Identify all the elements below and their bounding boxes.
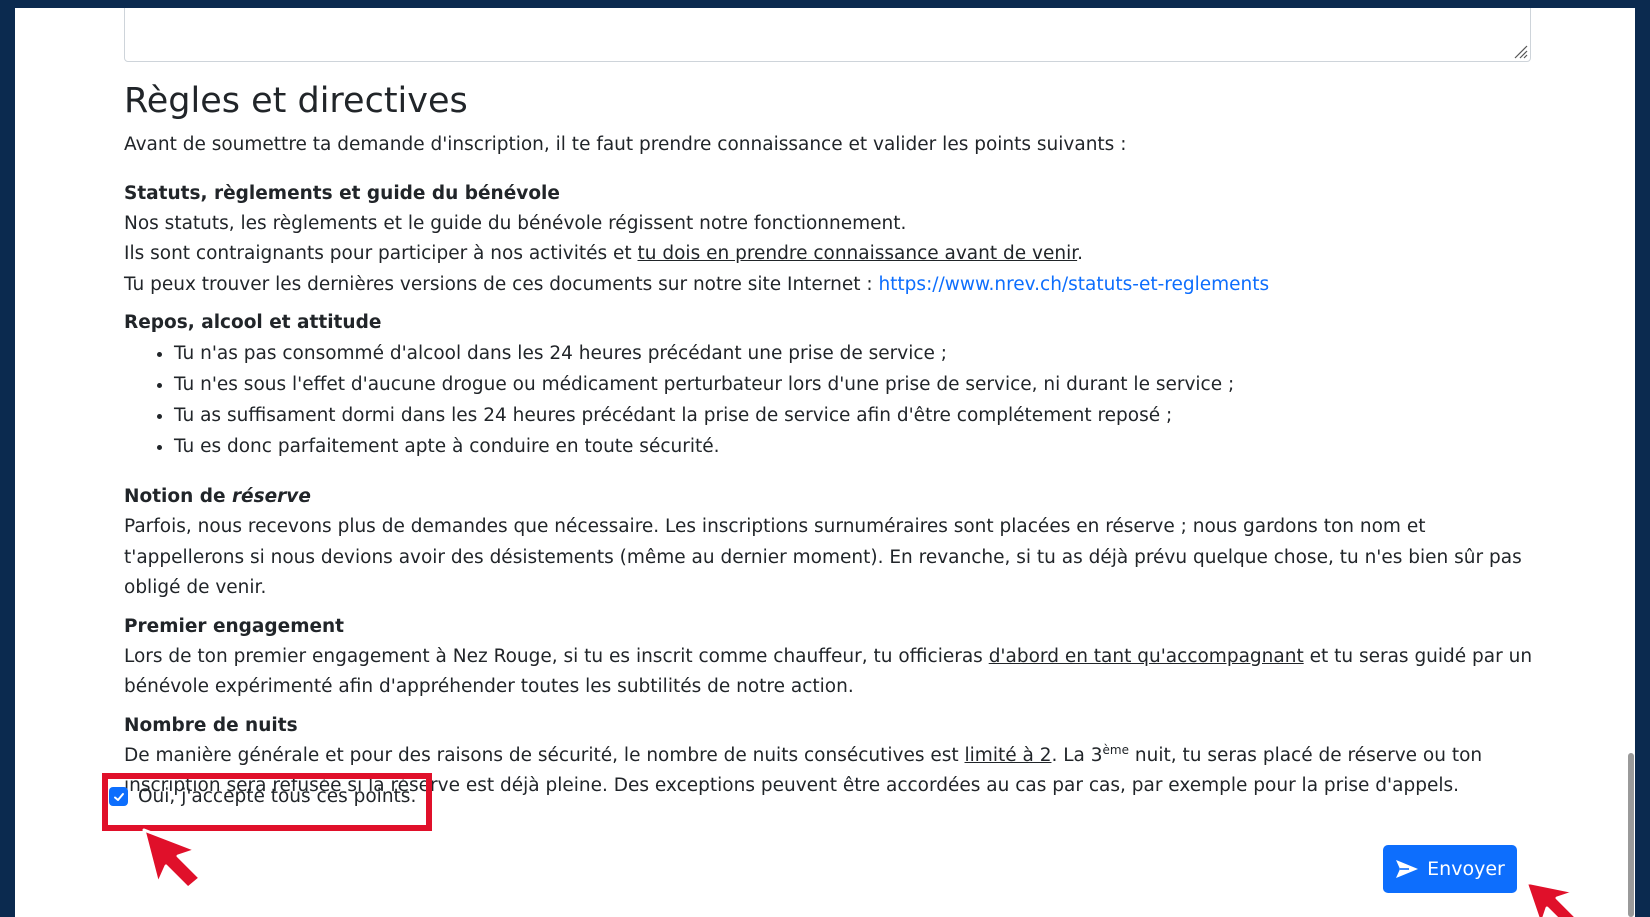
rules-section: Règles et directives Avant de soumettre … bbox=[124, 78, 1544, 810]
repos-list: Tu n'as pas consommé d'alcool dans les 2… bbox=[124, 338, 1544, 462]
nuits-sup: ème bbox=[1102, 742, 1129, 757]
statuts-line-2-end: . bbox=[1077, 243, 1084, 264]
statuts-line-3-text: Tu peux trouver les dernières versions d… bbox=[124, 273, 879, 295]
checkmark-icon bbox=[113, 792, 124, 801]
engagement-text: Lors de ton premier engagement à Nez Rou… bbox=[124, 642, 1544, 703]
nuits-title: Nombre de nuits bbox=[124, 714, 298, 736]
nuits-underline: limité à 2 bbox=[964, 744, 1052, 766]
nuits-text-mid: . La 3 bbox=[1051, 744, 1103, 766]
statuts-line-2-underline: tu dois en prendre connaissance avant de… bbox=[637, 243, 1078, 264]
accept-label[interactable]: Oui, j'accepte tous ces points. bbox=[138, 786, 416, 807]
comment-textarea[interactable] bbox=[124, 8, 1531, 62]
statuts-line-3: Tu peux trouver les dernières versions d… bbox=[124, 270, 1544, 301]
list-item: Tu as suffisament dormi dans les 24 heur… bbox=[174, 400, 1544, 431]
reserve-title: Notion de réserve bbox=[124, 482, 1544, 512]
list-item: Tu n'as pas consommé d'alcool dans les 2… bbox=[174, 338, 1544, 369]
resize-handle-icon[interactable] bbox=[1512, 43, 1528, 59]
send-icon bbox=[1396, 860, 1419, 878]
reserve-title-em: réserve bbox=[231, 486, 311, 507]
reserve-title-text: Notion de bbox=[124, 486, 232, 507]
pointer-arrow-icon bbox=[1524, 880, 1579, 917]
list-item: Tu es donc parfaitement apte à conduire … bbox=[174, 431, 1544, 462]
nuits-text-start: De manière générale et pour des raisons … bbox=[124, 744, 965, 766]
statuts-line-1: Nos statuts, les règlements et le guide … bbox=[124, 212, 907, 234]
engagement-underline: d'abord en tant qu'accompagnant bbox=[988, 645, 1304, 667]
statuts-line-2-text: Ils sont contraignants pour participer à… bbox=[124, 243, 638, 264]
send-button-label: Envoyer bbox=[1427, 858, 1505, 880]
statuts-text: Nos statuts, les règlements et le guide … bbox=[124, 209, 1544, 301]
accept-checkbox[interactable] bbox=[109, 787, 128, 806]
engagement-title: Premier engagement bbox=[124, 615, 345, 637]
accept-checkbox-row[interactable]: Oui, j'accepte tous ces points. bbox=[109, 786, 416, 807]
send-button[interactable]: Envoyer bbox=[1383, 845, 1517, 893]
statuts-link[interactable]: https://www.nrev.ch/statuts-et-reglement… bbox=[878, 274, 1269, 295]
list-item: Tu n'es sous l'effet d'aucune drogue ou … bbox=[174, 369, 1544, 400]
section-intro: Avant de soumettre ta demande d'inscript… bbox=[124, 134, 1127, 155]
engagement-text-start: Lors de ton premier engagement à Nez Rou… bbox=[124, 645, 989, 667]
statuts-title: Statuts, règlements et guide du bénévole bbox=[124, 182, 560, 204]
reserve-text: Parfois, nous recevons plus de demandes … bbox=[124, 516, 1522, 598]
repos-title: Repos, alcool et attitude bbox=[124, 312, 382, 333]
pointer-arrow-icon bbox=[142, 828, 202, 890]
statuts-line-2: Ils sont contraignants pour participer à… bbox=[124, 239, 1544, 270]
scrollbar-thumb[interactable] bbox=[1628, 753, 1634, 917]
section-title: Règles et directives bbox=[124, 81, 468, 121]
